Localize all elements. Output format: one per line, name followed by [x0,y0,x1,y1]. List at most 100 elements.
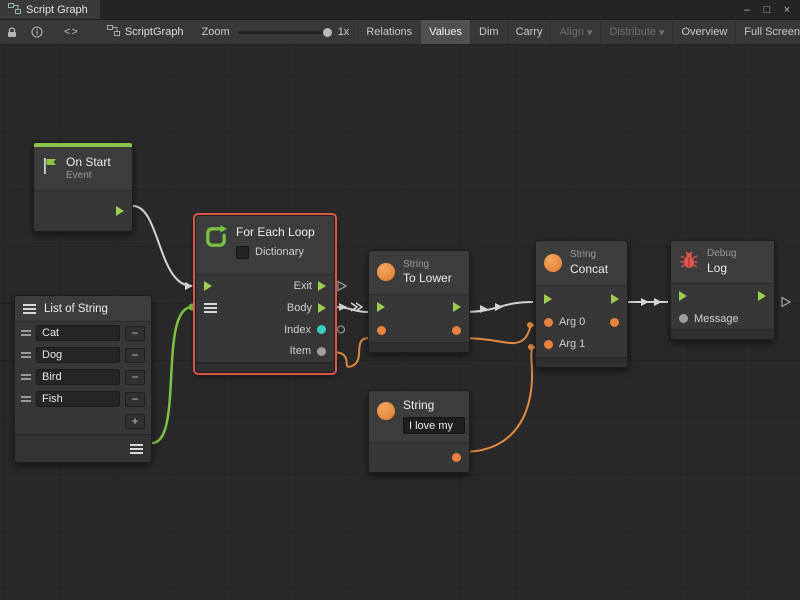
foreach-row-item: Item [196,340,334,362]
code-view-toggle[interactable]: <> [54,26,89,38]
string-output-port[interactable] [610,318,619,327]
flow-output-port[interactable] [758,291,766,301]
node-subtitle: String [570,249,608,262]
list-item-field[interactable] [36,325,120,341]
graph-toolbar: <> ScriptGraph Zoom 1x Relations Values … [0,20,800,45]
string-icon [377,402,395,420]
string-value-field[interactable] [403,417,465,434]
wire-tolower-arg0 [462,325,534,343]
dictionary-checkbox[interactable] [236,246,249,259]
carry-button[interactable]: Carry [507,20,551,44]
node-list-of-string[interactable]: List of String − − − − + [14,295,152,463]
drag-handle-icon[interactable] [21,352,31,358]
message-input-port[interactable] [679,314,688,323]
graph-name[interactable]: ScriptGraph [93,25,194,39]
string-icon [377,263,395,281]
list-item-field[interactable] [36,347,120,363]
flow-input-port[interactable] [377,302,385,312]
concat-flow-row [536,286,627,311]
remove-item-button[interactable]: − [125,370,145,385]
flow-input-port[interactable] [204,281,212,291]
node-debug-log[interactable]: Debug Log Message [670,240,775,340]
unconnected-flow-triangle[interactable] [782,298,790,307]
zoom-slider-knob[interactable] [323,28,332,37]
wire-onstart-foreach [133,206,192,286]
log-header: Debug Log [671,241,774,284]
flow-output-port[interactable] [116,206,124,216]
info-icon[interactable] [24,20,50,44]
node-concat[interactable]: String Concat Arg 0 Arg 1 [535,240,628,368]
list-input-port[interactable] [204,303,217,313]
list-output-port[interactable] [130,444,143,454]
close-button[interactable]: × [778,4,796,16]
align-dropdown[interactable]: Align ▾ [550,20,600,44]
node-footer [671,329,774,339]
dim-button[interactable]: Dim [470,20,507,44]
unconnected-flow-triangle[interactable] [338,282,346,291]
overview-button[interactable]: Overview [672,20,735,44]
arg1-input-port[interactable] [544,340,553,349]
node-title: To Lower [403,271,452,286]
minimize-button[interactable]: – [738,4,756,16]
zoom-control: Zoom 1x [194,26,358,38]
flow-output-port[interactable] [611,294,619,304]
align-label: Align [559,26,583,38]
drag-handle-icon[interactable] [21,330,31,336]
flow-chevron [480,305,488,313]
graph-canvas[interactable]: On Start Event List of String − − − [0,45,800,600]
unconnected-value-circle[interactable] [338,326,345,333]
relations-button[interactable]: Relations [357,20,420,44]
remove-item-button[interactable]: − [125,326,145,341]
item-label: Item [290,345,311,357]
body-output-port[interactable] [318,303,326,313]
zoom-slider[interactable] [238,31,330,34]
remove-item-button[interactable]: − [125,348,145,363]
values-button[interactable]: Values [420,20,470,44]
flow-output-port[interactable] [453,302,461,312]
lock-icon[interactable] [0,20,24,44]
chevron-down-icon: ▾ [587,26,593,39]
index-output-port[interactable] [317,325,326,334]
chevron-down-icon: ▾ [659,26,665,39]
string-icon [544,254,562,272]
node-for-each-loop[interactable]: For Each Loop Dictionary Exit Body Index… [195,215,335,373]
node-footer [536,357,627,367]
wire-arrowhead [185,282,193,290]
distribute-dropdown[interactable]: Distribute ▾ [600,20,672,44]
arg0-input-port[interactable] [544,318,553,327]
drag-handle-icon[interactable] [21,396,31,402]
fullscreen-button[interactable]: Full Screen [735,20,800,44]
foreach-row-index: Index [196,319,334,341]
string-input-port[interactable] [377,326,386,335]
node-to-lower[interactable]: String To Lower [368,250,470,353]
wire-endpoint [528,344,534,350]
literal-output-row [369,443,469,472]
drag-handle-icon[interactable] [21,374,31,380]
wire-endpoint [527,322,533,328]
node-string-literal[interactable]: String [368,390,470,473]
node-on-start[interactable]: On Start Event [33,142,133,232]
exit-label: Exit [294,280,312,292]
wire-item-tolower [332,338,368,367]
node-subtitle: Event [66,170,111,183]
node-footer [196,362,334,372]
add-item-button[interactable]: + [125,414,145,429]
node-subtitle: Debug [707,248,736,261]
list-item-row: − [15,366,151,388]
flow-input-port[interactable] [544,294,552,304]
wire-literal-arg1 [462,347,536,452]
exit-output-port[interactable] [318,281,326,291]
list-item-field[interactable] [36,369,120,385]
remove-item-button[interactable]: − [125,392,145,407]
on-start-header: On Start Event [34,147,132,191]
string-output-port[interactable] [452,453,461,462]
flow-input-port[interactable] [679,291,687,301]
maximize-button[interactable]: □ [758,4,776,16]
concat-arg1-row: Arg 1 [536,333,627,355]
arg0-label: Arg 0 [559,316,585,328]
item-output-port[interactable] [317,347,326,356]
flow-chevron [654,298,662,306]
string-output-port[interactable] [452,326,461,335]
tab-script-graph[interactable]: Script Graph [0,0,100,19]
list-item-field[interactable] [36,391,120,407]
